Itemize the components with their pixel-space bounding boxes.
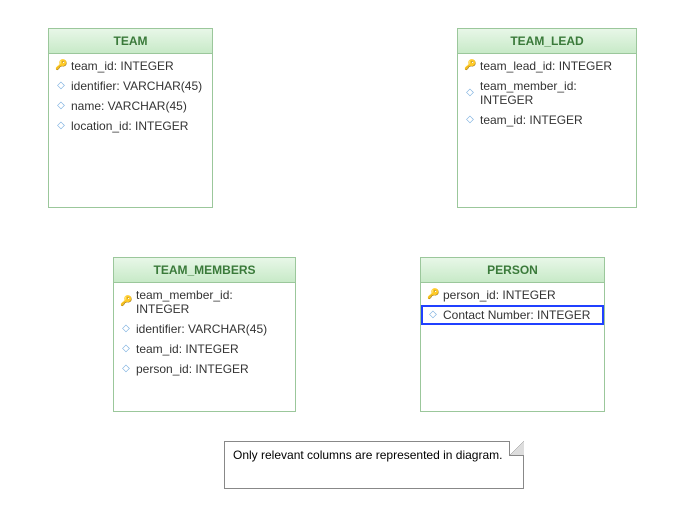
column-row[interactable]: ◇ person_id: INTEGER <box>114 359 295 379</box>
diagram-note[interactable]: Only relevant columns are represented in… <box>224 441 524 489</box>
column-label: Contact Number: INTEGER <box>443 308 590 322</box>
column-icon: ◇ <box>464 87 476 99</box>
column-icon: ◇ <box>55 120 67 132</box>
column-label: team_member_id: INTEGER <box>136 288 289 316</box>
column-icon: ◇ <box>120 323 132 335</box>
column-row[interactable]: 🔑 team_id: INTEGER <box>49 56 212 76</box>
column-label: team_member_id: INTEGER <box>480 79 630 107</box>
entity-columns: 🔑 team_member_id: INTEGER ◇ identifier: … <box>114 283 295 381</box>
column-row[interactable]: ◇ identifier: VARCHAR(45) <box>49 76 212 96</box>
entity-team[interactable]: TEAM 🔑 team_id: INTEGER ◇ identifier: VA… <box>48 28 213 208</box>
note-fold-icon <box>509 441 524 456</box>
key-icon: 🔑 <box>55 60 67 72</box>
entity-columns: 🔑 person_id: INTEGER ◇ Contact Number: I… <box>421 283 604 327</box>
entity-person[interactable]: PERSON 🔑 person_id: INTEGER ◇ Contact Nu… <box>420 257 605 412</box>
column-label: person_id: INTEGER <box>443 288 556 302</box>
column-row[interactable]: 🔑 person_id: INTEGER <box>421 285 604 305</box>
column-icon: ◇ <box>427 309 439 321</box>
column-icon: ◇ <box>55 100 67 112</box>
column-icon: ◇ <box>120 343 132 355</box>
entity-title: TEAM_LEAD <box>458 29 636 54</box>
entity-title: TEAM <box>49 29 212 54</box>
column-row[interactable]: ◇ name: VARCHAR(45) <box>49 96 212 116</box>
column-row-selected[interactable]: ◇ Contact Number: INTEGER <box>421 305 604 325</box>
entity-team-lead[interactable]: TEAM_LEAD 🔑 team_lead_id: INTEGER ◇ team… <box>457 28 637 208</box>
column-icon: ◇ <box>464 114 476 126</box>
column-label: location_id: INTEGER <box>71 119 188 133</box>
column-row[interactable]: ◇ team_id: INTEGER <box>458 110 636 130</box>
note-text: Only relevant columns are represented in… <box>233 448 502 462</box>
key-icon: 🔑 <box>427 289 439 301</box>
entity-columns: 🔑 team_lead_id: INTEGER ◇ team_member_id… <box>458 54 636 132</box>
column-row[interactable]: ◇ team_member_id: INTEGER <box>458 76 636 110</box>
key-icon: 🔑 <box>464 60 476 72</box>
entity-title: PERSON <box>421 258 604 283</box>
column-row[interactable]: ◇ identifier: VARCHAR(45) <box>114 319 295 339</box>
column-row[interactable]: ◇ location_id: INTEGER <box>49 116 212 136</box>
column-label: identifier: VARCHAR(45) <box>136 322 267 336</box>
entity-team-members[interactable]: TEAM_MEMBERS 🔑 team_member_id: INTEGER ◇… <box>113 257 296 412</box>
column-label: name: VARCHAR(45) <box>71 99 187 113</box>
column-label: team_id: INTEGER <box>136 342 239 356</box>
entity-columns: 🔑 team_id: INTEGER ◇ identifier: VARCHAR… <box>49 54 212 138</box>
column-row[interactable]: 🔑 team_member_id: INTEGER <box>114 285 295 319</box>
column-label: person_id: INTEGER <box>136 362 249 376</box>
column-label: identifier: VARCHAR(45) <box>71 79 202 93</box>
column-icon: ◇ <box>120 363 132 375</box>
column-label: team_lead_id: INTEGER <box>480 59 612 73</box>
column-label: team_id: INTEGER <box>480 113 583 127</box>
column-row[interactable]: ◇ team_id: INTEGER <box>114 339 295 359</box>
column-icon: ◇ <box>55 80 67 92</box>
key-icon: 🔑 <box>120 296 132 308</box>
column-label: team_id: INTEGER <box>71 59 174 73</box>
entity-title: TEAM_MEMBERS <box>114 258 295 283</box>
column-row[interactable]: 🔑 team_lead_id: INTEGER <box>458 56 636 76</box>
